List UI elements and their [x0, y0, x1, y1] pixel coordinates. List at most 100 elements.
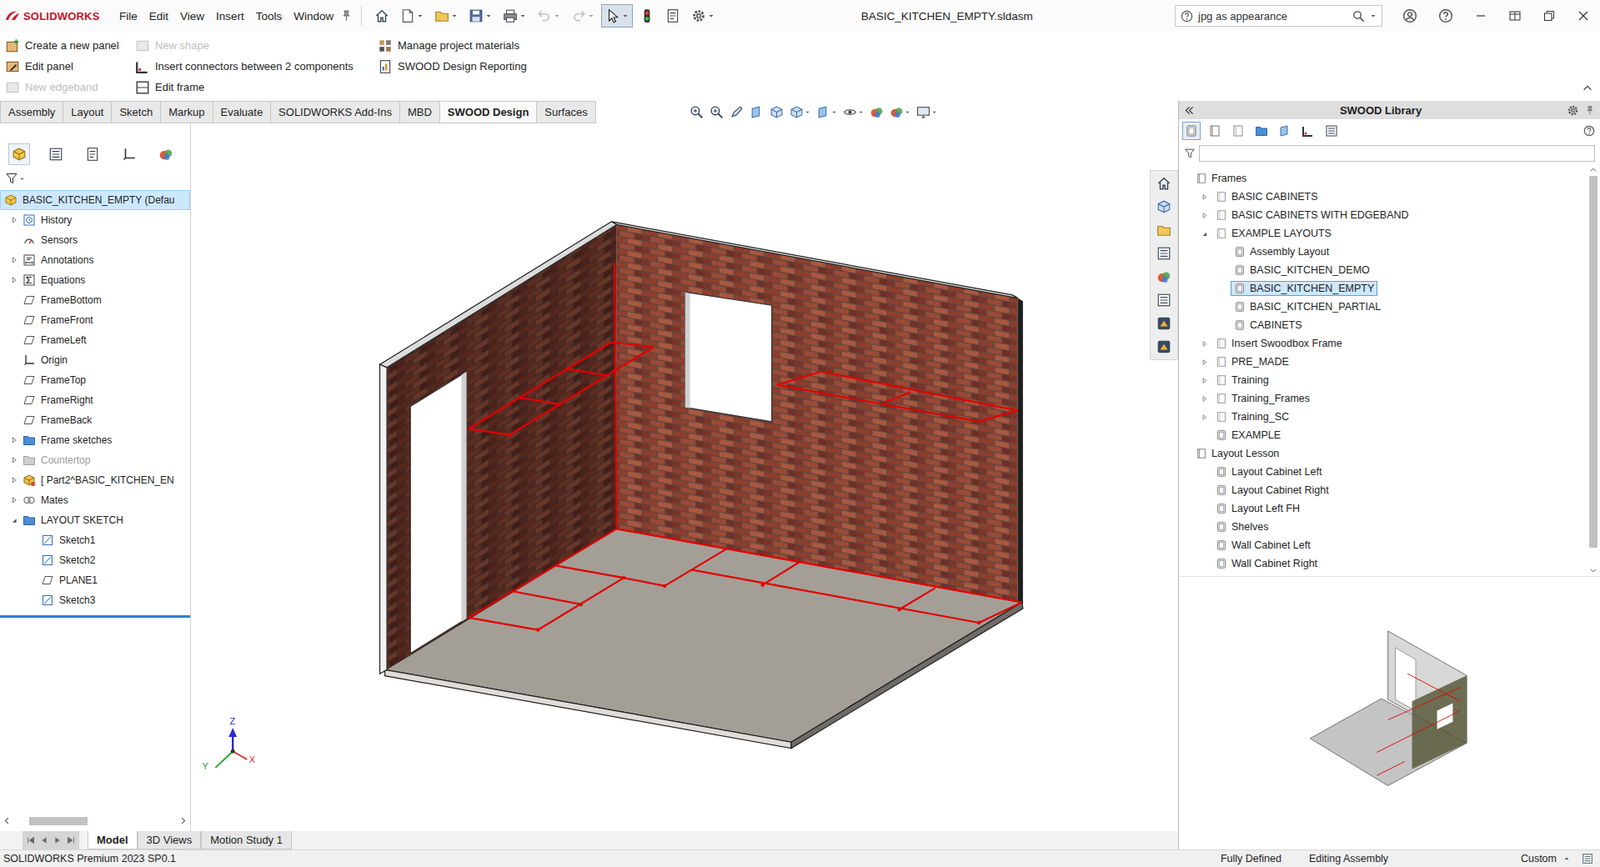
library-filter-input[interactable] — [1198, 145, 1595, 162]
command-tab[interactable]: Assembly — [0, 100, 64, 124]
quick-access-button[interactable] — [370, 4, 394, 28]
collapse-button[interactable] — [1581, 82, 1594, 98]
search-box[interactable]: jpg as appearance — [1174, 5, 1383, 27]
tree-item[interactable]: Countertop — [0, 450, 191, 471]
library-item[interactable]: Wall Cabinet Left — [1178, 536, 1586, 555]
view-button[interactable] — [841, 103, 866, 121]
quick-access-button[interactable] — [430, 4, 462, 28]
tree-item[interactable]: History — [0, 210, 191, 231]
library-item[interactable]: EXAMPLE LAYOUTS — [1178, 224, 1586, 243]
tree-item[interactable]: Sketch1 — [0, 530, 191, 551]
quick-access-button[interactable] — [601, 4, 633, 28]
panel-tab[interactable] — [118, 143, 141, 166]
library-item[interactable]: BASIC_KITCHEN_EMPTY — [1178, 279, 1586, 298]
scroll-thumb[interactable] — [1589, 175, 1598, 548]
command-tab[interactable]: Sketch — [111, 100, 161, 124]
menu-item[interactable]: File — [113, 6, 144, 26]
command-button[interactable]: Edit frame — [135, 80, 378, 96]
quick-access-button[interactable] — [687, 4, 719, 28]
command-tab[interactable]: Layout — [63, 100, 112, 124]
command-button[interactable]: Create a new panel — [5, 38, 136, 54]
library-item[interactable]: BASIC CABINETS WITH EDGEBAND — [1178, 205, 1586, 225]
expander[interactable] — [1195, 192, 1213, 202]
tree-item[interactable]: Sensors — [0, 230, 191, 251]
scroll-thumb[interactable] — [29, 817, 88, 826]
library-item[interactable]: Training_Frames — [1178, 389, 1586, 408]
view-button[interactable] — [747, 103, 766, 121]
command-button[interactable]: Manage project materials — [377, 38, 612, 54]
quick-access-button[interactable] — [532, 4, 565, 28]
view-button[interactable] — [707, 103, 726, 121]
bottom-tab[interactable]: 3D Views — [137, 831, 202, 850]
expander[interactable] — [5, 455, 23, 466]
expander[interactable] — [5, 215, 23, 226]
library-item[interactable]: Shelves — [1178, 517, 1586, 537]
expander[interactable] — [5, 515, 23, 526]
layout-sketch-lines[interactable] — [468, 263, 1023, 632]
view-button[interactable] — [767, 103, 786, 121]
view-button[interactable] — [914, 103, 939, 121]
rollback-bar[interactable] — [0, 615, 191, 618]
graphics-area[interactable]: ZXY — [190, 123, 1179, 832]
expander[interactable] — [1195, 394, 1213, 404]
library-item[interactable]: Insert Swoodbox Frame — [1178, 334, 1586, 353]
menu-item[interactable]: View — [174, 6, 211, 26]
command-tab[interactable]: SWOOD Design — [440, 100, 538, 124]
library-item[interactable]: BASIC CABINETS — [1178, 187, 1586, 206]
library-item[interactable]: BASIC_KITCHEN_PARTIAL — [1178, 297, 1586, 316]
library-item[interactable]: Layout Lesson — [1178, 444, 1586, 463]
view-button[interactable] — [687, 103, 706, 121]
panel-tab[interactable] — [155, 143, 177, 166]
tree-item[interactable]: Frame sketches — [0, 430, 191, 451]
expander[interactable] — [5, 255, 23, 266]
tree-item[interactable]: Annotations — [0, 250, 191, 271]
library-item[interactable]: Layout Cabinet Right — [1178, 481, 1586, 500]
tree-item[interactable]: [ Part2^BASIC_KITCHEN_EN — [0, 470, 191, 491]
command-tab[interactable]: MBD — [400, 100, 441, 124]
horizontal-scrollbar[interactable] — [0, 813, 191, 828]
command-button[interactable]: New shape — [135, 38, 378, 54]
command-button[interactable]: Insert connectors between 2 components — [135, 59, 378, 75]
library-item[interactable]: BASIC_KITCHEN_DEMO — [1178, 260, 1586, 280]
expander[interactable] — [5, 495, 23, 506]
command-tab[interactable]: Markup — [160, 100, 213, 124]
quick-access-button[interactable] — [498, 4, 531, 28]
expander[interactable] — [5, 275, 23, 286]
command-tab[interactable]: Evaluate — [213, 100, 272, 124]
room-model-view[interactable]: ZXY — [190, 123, 1179, 832]
expander[interactable] — [1195, 339, 1213, 349]
command-button[interactable]: Edit panel — [5, 59, 136, 75]
view-button[interactable] — [727, 103, 746, 121]
panel-tab[interactable] — [81, 143, 104, 166]
expander[interactable] — [5, 475, 23, 486]
library-item[interactable]: Training — [1178, 371, 1586, 390]
library-item[interactable]: Assembly Layout — [1178, 242, 1586, 261]
unit-system[interactable]: Custom — [1520, 852, 1570, 865]
quick-access-button[interactable] — [566, 4, 599, 28]
bottom-tab[interactable]: Model — [87, 831, 138, 850]
tree-item[interactable]: FrameTop — [0, 370, 191, 391]
library-view-button[interactable] — [1228, 121, 1248, 141]
tree-item[interactable]: FrameBack — [0, 410, 191, 431]
view-button[interactable] — [814, 103, 839, 121]
library-item[interactable]: Layout Cabinet Left — [1178, 462, 1586, 482]
tree-item[interactable]: FrameRight — [0, 390, 191, 411]
expander[interactable] — [1195, 229, 1213, 239]
app-logo[interactable]: SOLIDWORKS — [0, 10, 114, 23]
expander[interactable] — [1195, 210, 1213, 221]
tree-item[interactable]: Origin — [0, 350, 191, 371]
view-button[interactable] — [867, 103, 886, 121]
command-tab[interactable]: SOLIDWORKS Add-Ins — [270, 100, 401, 124]
library-item[interactable]: Training_SC — [1178, 407, 1586, 427]
tree-item[interactable]: FrameBottom — [0, 290, 191, 311]
library-view-button[interactable] — [1182, 121, 1201, 141]
view-button[interactable] — [787, 103, 813, 121]
panel-tab[interactable] — [45, 143, 67, 166]
library-item[interactable]: Layout Left FH — [1178, 499, 1586, 518]
tree-item[interactable]: BASIC_KITCHEN_EMPTY (Defau — [0, 190, 191, 211]
panel-tab[interactable] — [8, 143, 31, 166]
expander[interactable] — [5, 435, 23, 446]
library-item[interactable]: Wall Cabinet Right — [1178, 554, 1586, 573]
library-view-button[interactable] — [1322, 121, 1341, 141]
tree-item[interactable]: Sketch2 — [0, 550, 191, 571]
